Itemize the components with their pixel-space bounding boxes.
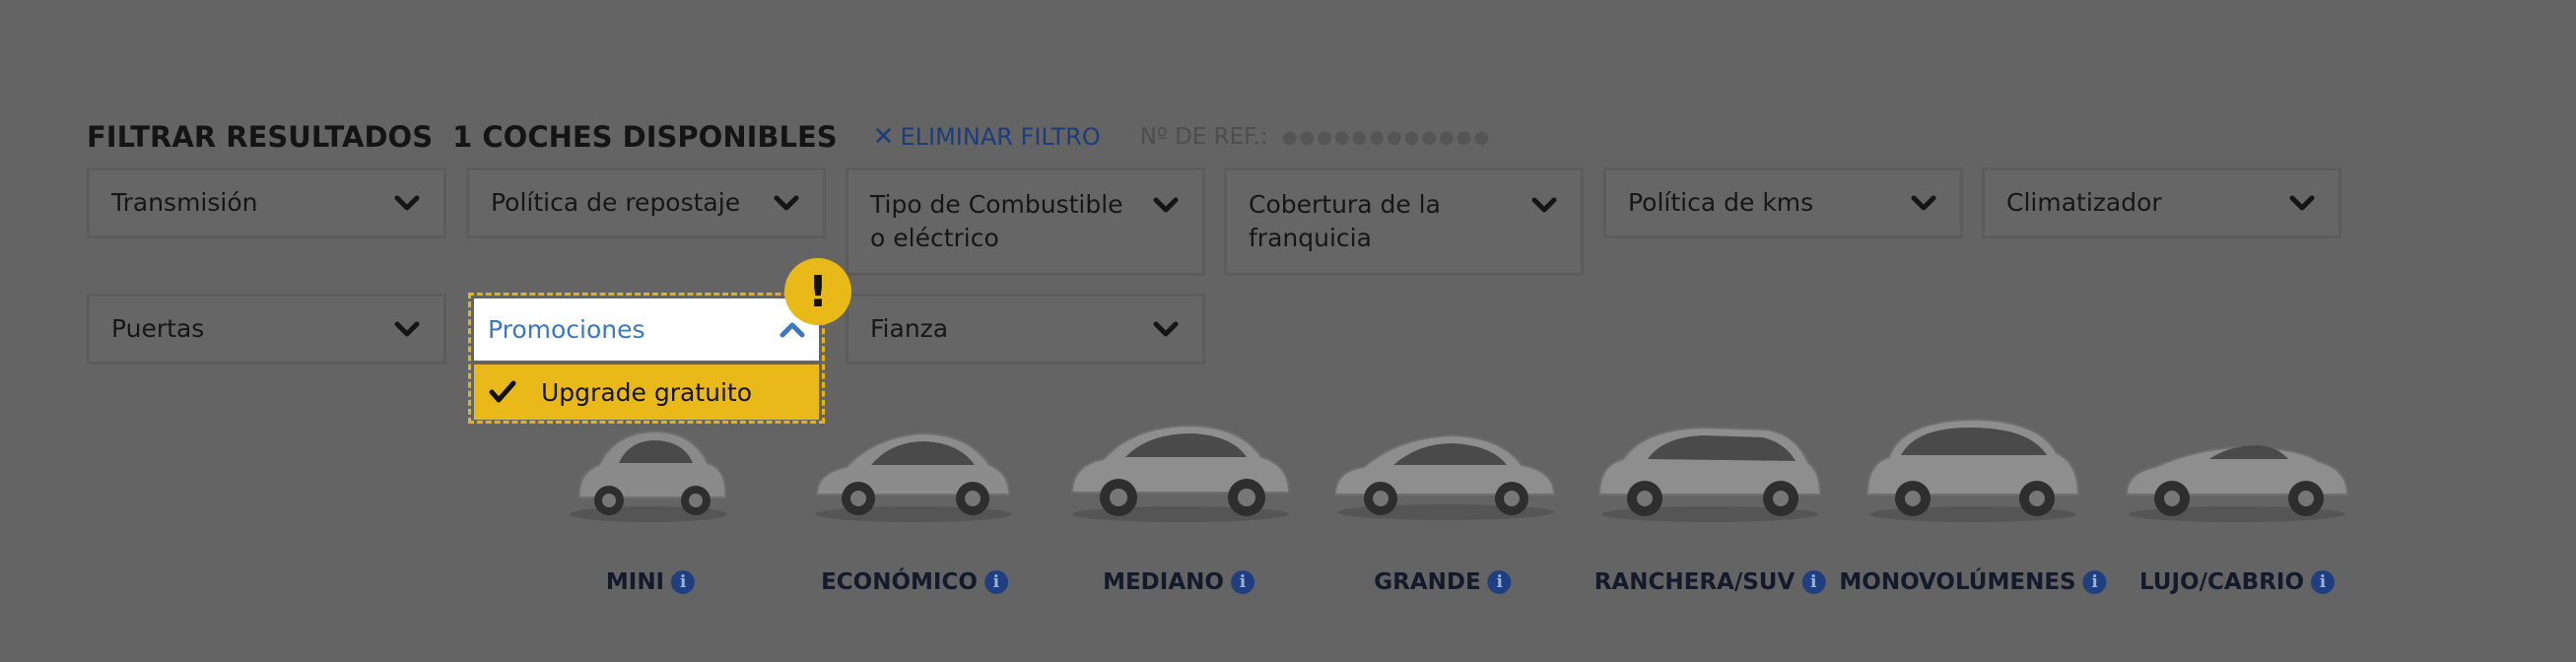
car-lujo-icon xyxy=(2125,445,2348,522)
filter-puertas-label: Puertas xyxy=(111,314,205,343)
car-grande[interactable] xyxy=(1326,404,1563,527)
category-mini[interactable]: MINI i xyxy=(605,569,696,595)
filter-transmision-label: Transmisión xyxy=(111,188,258,217)
promociones-toggle[interactable]: Promociones xyxy=(474,298,819,361)
category-economico-label: ECONÓMICO xyxy=(821,569,978,595)
option-upgrade-label: Upgrade gratuito xyxy=(541,377,752,407)
category-mediano-label: MEDIANO xyxy=(1103,569,1224,595)
filter-title: FILTRAR RESULTADOS xyxy=(87,120,434,154)
filter-kms-label: Política de kms xyxy=(1628,188,1814,217)
clear-filter-label: ELIMINAR FILTRO xyxy=(900,123,1101,151)
car-monovolumen[interactable] xyxy=(1859,404,2085,527)
car-ranchera-icon xyxy=(1597,426,1821,522)
filter-franquicia[interactable]: Cobertura de la franquicia xyxy=(1224,167,1584,276)
check-icon[interactable] xyxy=(488,379,517,405)
info-icon[interactable]: i xyxy=(671,570,696,594)
category-ranchera[interactable]: RANCHERA/SUV i xyxy=(1594,569,1826,595)
car-mediano[interactable] xyxy=(1061,404,1298,527)
filter-kms[interactable]: Política de kms xyxy=(1603,167,1963,238)
chevron-down-icon xyxy=(394,195,420,211)
chevron-down-icon xyxy=(1153,321,1179,337)
car-mini[interactable] xyxy=(555,404,742,527)
warning-icon: ! xyxy=(784,258,851,325)
category-lujo[interactable]: LUJO/CABRIO i xyxy=(2138,569,2336,595)
filter-franquicia-label: Cobertura de la franquicia xyxy=(1249,190,1441,252)
filter-puertas[interactable]: Puertas xyxy=(87,294,446,364)
filter-climatizador[interactable]: Climatizador xyxy=(1982,167,2341,238)
car-mediano-icon xyxy=(1070,424,1290,522)
clear-filter-link[interactable]: ✕ ELIMINAR FILTRO xyxy=(873,122,1101,152)
ref-value: ●●●●●●●●●●●● xyxy=(1281,126,1492,148)
car-monovolumen-icon xyxy=(1865,418,2079,522)
promociones-label: Promociones xyxy=(488,315,645,344)
chevron-down-icon xyxy=(2289,195,2315,211)
filter-climatizador-label: Climatizador xyxy=(2006,188,2162,217)
chevron-down-icon xyxy=(394,321,420,337)
category-ranchera-label: RANCHERA/SUV xyxy=(1593,569,1796,595)
chevron-down-icon xyxy=(1153,197,1179,213)
car-mini-icon xyxy=(570,430,727,522)
category-mediano[interactable]: MEDIANO i xyxy=(1103,569,1254,595)
info-icon[interactable]: i xyxy=(2311,570,2336,594)
category-lujo-label: LUJO/CABRIO xyxy=(2138,569,2305,595)
car-lujo[interactable] xyxy=(2118,404,2354,527)
filter-fianza-label: Fianza xyxy=(870,314,949,343)
car-economico[interactable] xyxy=(804,404,1021,527)
car-ranchera[interactable] xyxy=(1591,404,1827,527)
filter-repostaje[interactable]: Política de repostaje xyxy=(466,167,826,238)
category-mini-label: MINI xyxy=(605,569,665,595)
ref-label: Nº DE REF.: xyxy=(1139,124,1268,150)
info-icon[interactable]: i xyxy=(1487,570,1512,594)
filter-combustible-label: Tipo de Combustible o eléctrico xyxy=(870,190,1123,252)
chevron-up-icon xyxy=(780,322,805,338)
category-monovolumenes-label: MONOVOLÚMENES xyxy=(1839,569,2076,595)
chevron-down-icon xyxy=(1531,197,1557,213)
category-grande-label: GRANDE xyxy=(1374,569,1481,595)
available-count: 1 COCHES DISPONIBLES xyxy=(452,120,838,154)
category-economico[interactable]: ECONÓMICO i xyxy=(821,569,1008,595)
filter-repostaje-label: Política de repostaje xyxy=(491,188,741,217)
info-icon[interactable]: i xyxy=(1230,570,1254,594)
car-economico-icon xyxy=(814,431,1012,522)
category-grande[interactable]: GRANDE i xyxy=(1374,569,1512,595)
category-monovolumenes[interactable]: MONOVOLÚMENES i xyxy=(1839,569,2107,595)
info-icon[interactable]: i xyxy=(2082,570,2107,594)
filter-combustible[interactable]: Tipo de Combustible o eléctrico xyxy=(846,167,1205,276)
close-icon: ✕ xyxy=(872,122,895,152)
page: FILTRAR RESULTADOS 1 COCHES DISPONIBLES … xyxy=(0,0,2576,662)
info-icon[interactable]: i xyxy=(1801,570,1826,594)
filter-header: FILTRAR RESULTADOS 1 COCHES DISPONIBLES … xyxy=(87,120,1491,154)
chevron-down-icon xyxy=(1911,195,1936,211)
car-grande-icon xyxy=(1333,433,1555,520)
filter-fianza[interactable]: Fianza xyxy=(846,294,1205,364)
info-icon[interactable]: i xyxy=(983,570,1008,594)
chevron-down-icon xyxy=(774,195,799,211)
filter-transmision[interactable]: Transmisión xyxy=(87,167,446,238)
